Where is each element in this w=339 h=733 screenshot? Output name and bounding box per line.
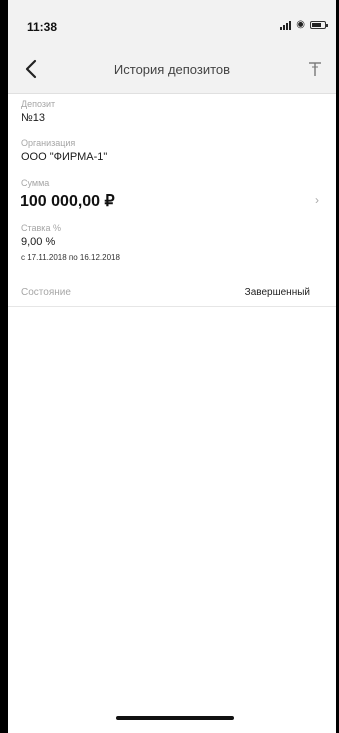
amount-label: Сумма — [21, 178, 50, 188]
deposit-list-item[interactable]: Депозит №13 Организация ООО "ФИРМА-1" Су… — [8, 95, 336, 307]
deposit-number: №13 — [21, 112, 46, 124]
chevron-right-icon: › — [315, 193, 319, 207]
amount-value: 100 000,00 ₽ — [20, 193, 115, 210]
rate-label: Ставка % — [21, 223, 61, 233]
navigation-bar: История депозитов — [8, 44, 336, 94]
device-frame-left — [0, 0, 8, 733]
state-value: Завершенный — [244, 287, 310, 298]
state-label: Состояние — [21, 287, 71, 298]
organization-label: Организация — [21, 138, 76, 148]
filter-icon — [309, 62, 321, 76]
rate-value: 9,00 % — [21, 236, 56, 248]
deposit-label: Депозит — [21, 99, 56, 109]
wifi-icon: ◉ — [296, 19, 305, 30]
status-bar: 11:38 ◉ — [8, 0, 336, 44]
battery-icon — [310, 21, 328, 29]
status-time: 11:38 — [27, 20, 58, 34]
home-indicator — [116, 716, 234, 720]
deposit-period: с 17.11.2018 по 16.12.2018 — [21, 253, 120, 262]
page-title: История депозитов — [113, 62, 231, 77]
status-icons: ◉ — [280, 19, 328, 30]
signal-icon — [280, 20, 292, 30]
filter-button[interactable] — [302, 56, 328, 82]
organization-value: ООО "ФИРМА-1" — [21, 151, 108, 163]
